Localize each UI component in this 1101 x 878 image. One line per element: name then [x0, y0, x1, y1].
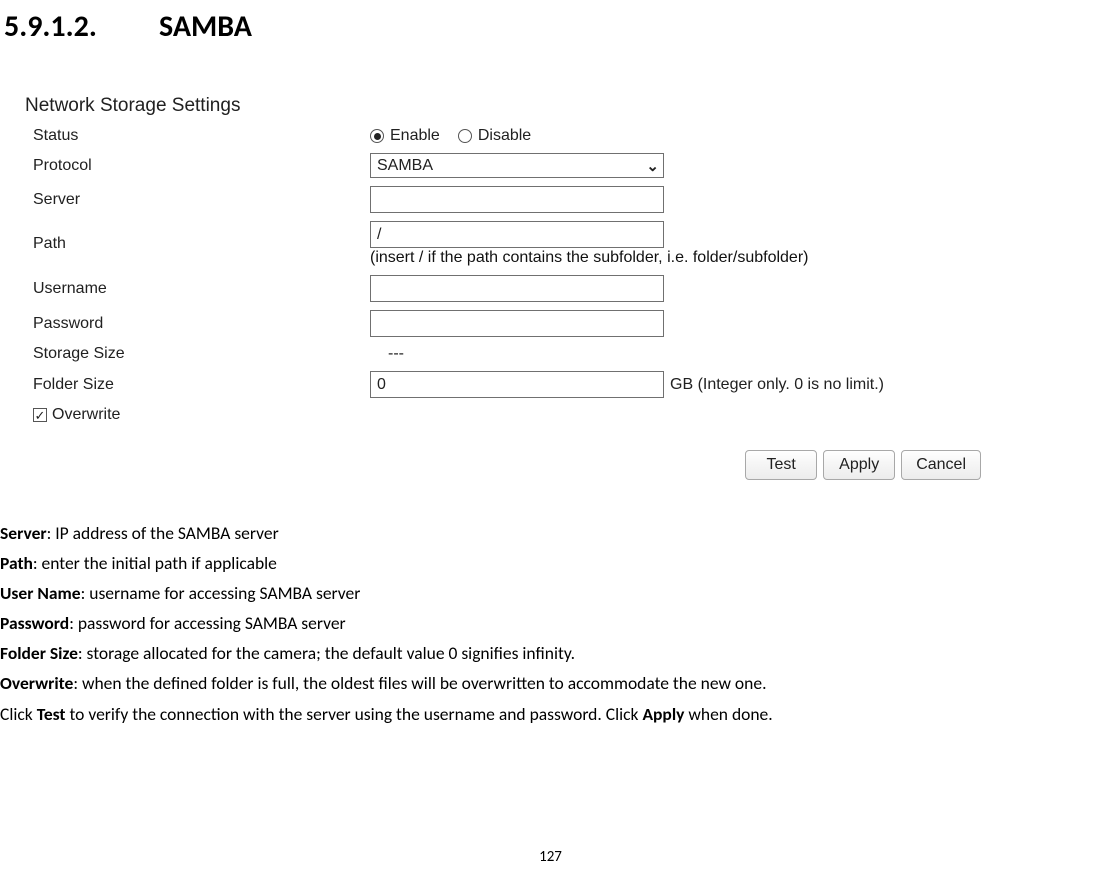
status-radio-group: Enable Disable: [370, 127, 1101, 145]
password-label: Password: [25, 315, 370, 333]
desc-click1: Click: [0, 703, 37, 725]
desc-test-b: Test: [37, 703, 66, 725]
section-heading: 5.9.1.2.SAMBA: [0, 0, 1101, 45]
desc-ovr-t: : when the defined folder is full, the o…: [73, 672, 766, 694]
radio-enable-label: Enable: [390, 127, 440, 145]
radio-disable[interactable]: [458, 129, 472, 143]
desc-click1-end: when done.: [684, 703, 772, 725]
folder-size-label: Folder Size: [25, 376, 370, 394]
username-label: Username: [25, 280, 370, 298]
path-input[interactable]: /: [370, 221, 664, 248]
desc-pass-b: Password: [0, 612, 69, 634]
desc-user-b: User Name: [0, 582, 81, 604]
overwrite-label: Overwrite: [52, 406, 120, 424]
server-input[interactable]: [370, 186, 664, 213]
status-label: Status: [25, 127, 370, 145]
desc-user-t: : username for accessing SAMBA server: [81, 582, 361, 604]
check-icon: ✓: [35, 409, 46, 422]
heading-title: SAMBA: [159, 8, 252, 45]
heading-number: 5.9.1.2.: [4, 8, 159, 45]
protocol-value: SAMBA: [377, 157, 433, 175]
settings-panel: Network Storage Settings Status Enable D…: [25, 95, 1101, 480]
server-label: Server: [25, 191, 370, 209]
desc-server-t: : IP address of the SAMBA server: [47, 522, 279, 544]
desc-ovr-b: Overwrite: [0, 672, 73, 694]
desc-click1-t: to verify the connection with the server…: [66, 703, 643, 725]
radio-disable-label: Disable: [478, 127, 531, 145]
test-button[interactable]: Test: [745, 450, 817, 480]
apply-button[interactable]: Apply: [823, 450, 895, 480]
path-hint: (insert / if the path contains the subfo…: [370, 249, 1101, 267]
storage-size-label: Storage Size: [25, 345, 370, 363]
desc-fsize-t: : storage allocated for the camera; the …: [78, 642, 575, 664]
desc-path-b: Path: [0, 552, 33, 574]
desc-fsize-b: Folder Size: [0, 642, 78, 664]
protocol-label: Protocol: [25, 157, 370, 175]
desc-apply-b: Apply: [642, 703, 684, 725]
cancel-button[interactable]: Cancel: [901, 450, 981, 480]
protocol-select[interactable]: SAMBA ⌄: [370, 153, 664, 178]
descriptions: Server: IP address of the SAMBA server P…: [0, 518, 1101, 729]
folder-size-unit: GB (Integer only. 0 is no limit.): [670, 376, 884, 394]
desc-server-b: Server: [0, 522, 47, 544]
radio-enable[interactable]: [370, 129, 384, 143]
password-input[interactable]: [370, 310, 664, 337]
path-label: Path: [25, 235, 370, 253]
chevron-down-icon: ⌄: [646, 157, 659, 175]
overwrite-checkbox[interactable]: ✓: [33, 408, 47, 422]
folder-size-input[interactable]: 0: [370, 371, 664, 398]
panel-title: Network Storage Settings: [25, 95, 1101, 117]
desc-path-t: : enter the initial path if applicable: [33, 552, 277, 574]
storage-size-value: ---: [370, 345, 1101, 363]
page-number: 127: [0, 848, 1101, 866]
username-input[interactable]: [370, 275, 664, 302]
desc-pass-t: : password for accessing SAMBA server: [69, 612, 345, 634]
